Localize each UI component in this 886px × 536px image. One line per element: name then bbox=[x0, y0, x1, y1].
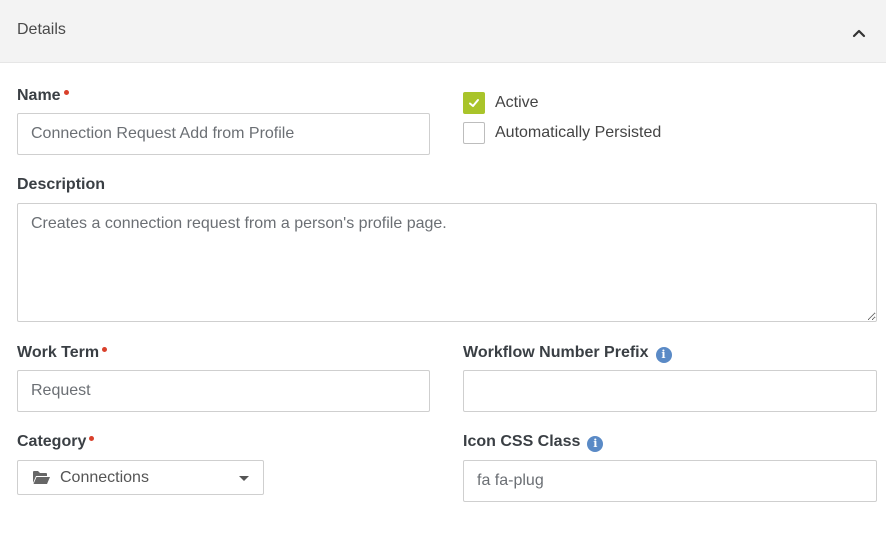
info-icon[interactable]: i bbox=[587, 436, 604, 452]
caret-down-icon[interactable] bbox=[239, 476, 249, 481]
icon-css-label-text: Icon CSS Class bbox=[463, 433, 581, 450]
active-label: Active bbox=[495, 94, 539, 111]
required-dot-icon bbox=[102, 347, 108, 352]
unchecked-box-icon[interactable] bbox=[463, 122, 485, 144]
check-icon[interactable] bbox=[463, 92, 485, 114]
work-term-label-text: Work Term bbox=[17, 344, 100, 361]
panel-header[interactable]: Details bbox=[0, 0, 886, 63]
category-label: Category bbox=[17, 433, 95, 451]
category-label-text: Category bbox=[17, 433, 87, 450]
icon-css-input[interactable] bbox=[463, 460, 877, 502]
workflow-prefix-label: Workflow Number Prefix i bbox=[463, 344, 672, 363]
required-dot-icon bbox=[63, 90, 69, 95]
category-value: Connections bbox=[60, 468, 149, 486]
required-dot-icon bbox=[89, 436, 95, 441]
work-term-input[interactable] bbox=[17, 370, 430, 412]
folder-open-icon bbox=[32, 470, 51, 485]
active-checkbox[interactable]: Active bbox=[463, 92, 539, 114]
info-icon[interactable]: i bbox=[655, 347, 672, 363]
category-picker[interactable]: Connections bbox=[17, 460, 264, 495]
workflow-prefix-label-text: Workflow Number Prefix bbox=[463, 344, 649, 361]
description-textarea[interactable]: Creates a connection request from a pers… bbox=[17, 203, 877, 322]
panel-title: Details bbox=[17, 21, 66, 38]
workflow-prefix-input[interactable] bbox=[463, 370, 877, 412]
name-label-text: Name bbox=[17, 87, 61, 104]
description-label: Description bbox=[17, 176, 106, 193]
name-input[interactable] bbox=[17, 113, 430, 155]
icon-css-label: Icon CSS Class i bbox=[463, 433, 604, 452]
persisted-label: Automatically Persisted bbox=[495, 124, 662, 141]
name-label: Name bbox=[17, 87, 69, 105]
persisted-checkbox[interactable]: Automatically Persisted bbox=[463, 122, 661, 144]
work-term-label: Work Term bbox=[17, 344, 108, 362]
chevron-up-icon[interactable] bbox=[848, 22, 870, 44]
